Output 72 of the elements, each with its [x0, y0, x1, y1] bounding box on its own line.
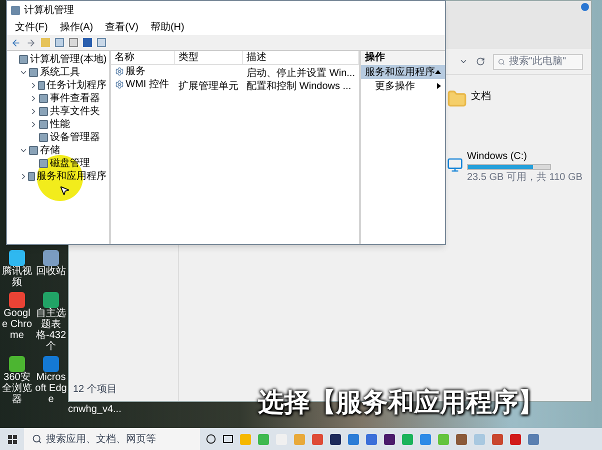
drive-info: 23.5 GB 可用，共 110 GB — [467, 170, 582, 185]
table-cell: 扩展管理单元 — [178, 80, 239, 92]
action-item[interactable]: 更多操作 — [361, 79, 445, 93]
table-cell[interactable]: 服务 — [126, 64, 146, 79]
tree-item[interactable]: 存储 — [40, 144, 60, 156]
app-icon — [11, 6, 20, 14]
tree-item[interactable]: 任务计划程序 — [46, 80, 107, 92]
tree-item[interactable]: 性能 — [50, 118, 70, 130]
node-icon — [29, 68, 38, 77]
node-icon — [39, 107, 48, 116]
desktop-icon-label: Microsoft Edge — [35, 372, 67, 405]
menu-item[interactable]: 操作(A) — [60, 20, 94, 34]
search-icon — [498, 58, 505, 66]
menu-item[interactable]: 帮助(H) — [150, 20, 184, 34]
app-icon[interactable] — [456, 434, 467, 444]
window-title: 计算机管理 — [24, 4, 74, 18]
app-icon[interactable] — [384, 434, 395, 444]
column-header[interactable]: 类型 — [174, 51, 243, 64]
desktop-icon-label: 360安全浏览器 — [1, 372, 33, 405]
column-header[interactable]: 描述 — [242, 51, 359, 64]
tree-item[interactable]: 设备管理器 — [50, 132, 100, 144]
collapse-icon — [435, 70, 441, 74]
desktop-icon-label: 腾讯视频 — [1, 266, 33, 288]
status-text: 12 个项目 — [73, 383, 118, 397]
app-icon[interactable] — [9, 250, 25, 266]
menu-item[interactable]: 文件(F) — [15, 20, 48, 34]
table-cell[interactable]: WMI 控件 — [126, 77, 169, 92]
refresh-icon[interactable] — [476, 57, 485, 66]
tree-item[interactable]: 共享文件夹 — [50, 106, 100, 118]
search-input[interactable]: 搜索"此电脑" — [508, 54, 578, 69]
desktop-icon-label: cnwhg_v4... — [68, 404, 122, 415]
tree-item[interactable]: 事件查看器 — [50, 92, 100, 104]
actions-header: 操作 — [361, 51, 445, 65]
tree-item[interactable]: 计算机管理(本地) — [30, 54, 107, 66]
taskbar-search-field[interactable]: 搜索应用、文档、网页等 — [24, 428, 200, 450]
menu-item[interactable]: 查看(V) — [105, 20, 138, 34]
table-cell: 启动、停止并设置 Win... — [246, 68, 355, 78]
desktop-icon-label: 自主选题表格-432个 — [35, 308, 67, 352]
app-icon[interactable] — [330, 434, 341, 444]
drive-name[interactable]: Windows (C:) — [467, 149, 582, 164]
search-field[interactable]: 搜索"此电脑" — [493, 54, 583, 70]
app-icon[interactable] — [9, 356, 25, 372]
app-icon[interactable] — [43, 250, 59, 266]
forward-icon[interactable] — [26, 38, 36, 48]
node-icon — [28, 172, 35, 181]
desktop-icon-label: Google Chrome — [1, 308, 33, 341]
table-cell: 配置和控制 Windows ... — [246, 80, 352, 92]
task-view-icon[interactable] — [223, 435, 233, 443]
cursor-icon — [59, 185, 70, 196]
node-icon — [39, 120, 48, 129]
drive-icon[interactable] — [447, 157, 463, 173]
expander-icon[interactable] — [19, 172, 28, 182]
tree-item[interactable]: 系统工具 — [40, 66, 80, 78]
node-icon — [18, 55, 28, 64]
dropdown-icon[interactable] — [459, 57, 468, 66]
node-icon — [39, 159, 48, 168]
gear-icon — [114, 67, 124, 76]
node-icon — [29, 146, 38, 155]
desktop-icon-label: 回收站 — [36, 266, 66, 277]
back-icon[interactable] — [11, 38, 21, 48]
submenu-icon — [437, 83, 441, 89]
actions-section[interactable]: 服务和应用程序 — [361, 65, 445, 79]
search-input[interactable]: 搜索应用、文档、网页等 — [46, 432, 192, 446]
expander-icon[interactable] — [29, 80, 38, 90]
search-icon — [32, 434, 42, 444]
column-header[interactable]: 名称 — [110, 51, 175, 64]
gear-icon — [114, 80, 124, 89]
node-icon — [38, 81, 45, 90]
cortana-icon[interactable] — [206, 434, 216, 444]
node-icon — [39, 94, 48, 103]
node-icon — [39, 133, 48, 142]
folder-label[interactable]: 文档 — [471, 89, 491, 104]
